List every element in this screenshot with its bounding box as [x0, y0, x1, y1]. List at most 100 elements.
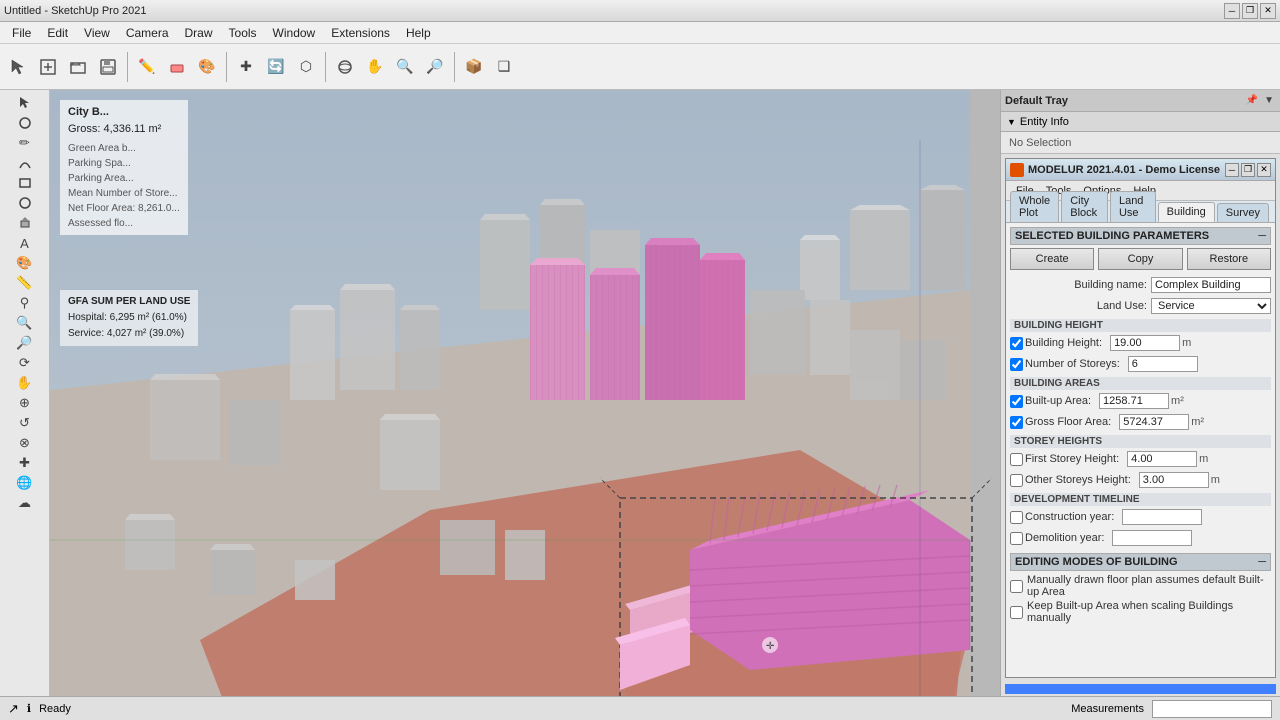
- tool-paint[interactable]: 🎨: [6, 254, 44, 272]
- tab-building[interactable]: Building: [1158, 202, 1215, 222]
- menu-draw[interactable]: Draw: [177, 24, 221, 42]
- menu-help[interactable]: Help: [398, 24, 439, 42]
- tool-lasso[interactable]: [6, 114, 44, 132]
- menu-window[interactable]: Window: [265, 24, 324, 42]
- building-height-unit: m: [1182, 337, 1202, 349]
- toolbar-eraser[interactable]: [163, 53, 191, 81]
- toolbar-zoom[interactable]: 🔍: [391, 53, 419, 81]
- tool-arc[interactable]: [6, 154, 44, 172]
- construction-year-input[interactable]: [1122, 509, 1202, 525]
- plugin-title-left: MODELUR 2021.4.01 - Demo License: [1010, 163, 1220, 177]
- editing-mode2-checkbox[interactable]: [1010, 606, 1023, 619]
- measurements-input[interactable]: [1152, 700, 1272, 718]
- copy-button[interactable]: Copy: [1098, 248, 1182, 270]
- tab-land-use[interactable]: Land Use: [1110, 191, 1156, 222]
- window-controls: ─ ❐ ✕: [1224, 3, 1276, 19]
- tray-expand[interactable]: ▼: [1262, 95, 1276, 106]
- toolbar-component[interactable]: 📦: [460, 53, 488, 81]
- tool-circle[interactable]: [6, 194, 44, 212]
- tool-pushpull[interactable]: [6, 214, 44, 232]
- land-use-select[interactable]: Service Hospital Residential: [1151, 298, 1271, 314]
- menu-extensions[interactable]: Extensions: [323, 24, 398, 42]
- entity-info-header[interactable]: ▼ Entity Info: [1001, 112, 1280, 132]
- toolbar-group[interactable]: ❑: [490, 53, 518, 81]
- tool-rectangle[interactable]: [6, 174, 44, 192]
- tool-follow[interactable]: ⚲: [6, 294, 44, 312]
- tool-zoom-ext[interactable]: 🔎: [6, 334, 44, 352]
- action-buttons: Create Copy Restore: [1010, 248, 1271, 270]
- gross-floor-input[interactable]: [1119, 414, 1189, 430]
- built-up-unit: m²: [1171, 395, 1191, 407]
- plugin-close[interactable]: ✕: [1257, 163, 1271, 177]
- create-button[interactable]: Create: [1010, 248, 1094, 270]
- toolbar-paint[interactable]: 🎨: [193, 53, 221, 81]
- tool-walk[interactable]: ⊕: [6, 394, 44, 412]
- plugin-title: MODELUR 2021.4.01 - Demo License: [1028, 164, 1220, 176]
- toolbar: ✏️ 🎨 ✚ 🔄 ⬡ ✋ 🔍 🔎 📦 ❑: [0, 44, 1280, 90]
- plugin-restore[interactable]: ❐: [1241, 163, 1255, 177]
- toolbar-rotate[interactable]: 🔄: [262, 53, 290, 81]
- tray-pin[interactable]: 📌: [1244, 95, 1260, 106]
- tool-move[interactable]: ✚: [6, 454, 44, 472]
- editing-modes-header[interactable]: EDITING MODES OF BUILDING ─: [1010, 553, 1271, 571]
- toolbar-new[interactable]: [34, 53, 62, 81]
- svg-text:✛: ✛: [766, 641, 774, 652]
- first-storey-checkbox[interactable]: [1010, 453, 1023, 466]
- first-storey-input[interactable]: [1127, 451, 1197, 467]
- demolition-year-checkbox[interactable]: [1010, 532, 1023, 545]
- toolbar-zoom-extent[interactable]: 🔎: [421, 53, 449, 81]
- menu-edit[interactable]: Edit: [39, 24, 76, 42]
- selected-params-header[interactable]: SELECTED BUILDING PARAMETERS ─: [1010, 227, 1271, 245]
- plugin-icon: [1010, 163, 1024, 177]
- tool-tape[interactable]: 📏: [6, 274, 44, 292]
- toolbar-pan[interactable]: ✋: [361, 53, 389, 81]
- tool-select[interactable]: [6, 94, 44, 112]
- toolbar-save[interactable]: [94, 53, 122, 81]
- num-storeys-checkbox[interactable]: [1010, 358, 1023, 371]
- toolbar-move[interactable]: ✚: [232, 53, 260, 81]
- tool-rotate[interactable]: ↺: [6, 414, 44, 432]
- other-storeys-checkbox[interactable]: [1010, 474, 1023, 487]
- num-storeys-input[interactable]: [1128, 356, 1198, 372]
- building-height-input[interactable]: [1110, 335, 1180, 351]
- editing-mode2-row: Keep Built-up Area when scaling Building…: [1010, 600, 1271, 624]
- toolbar-orbit[interactable]: [331, 53, 359, 81]
- other-storeys-input[interactable]: [1139, 472, 1209, 488]
- close-button[interactable]: ✕: [1260, 3, 1276, 19]
- tool-zoom[interactable]: 🔍: [6, 314, 44, 332]
- building-height-checkbox[interactable]: [1010, 337, 1023, 350]
- tool-scale[interactable]: ⊗: [6, 434, 44, 452]
- tab-survey[interactable]: Survey: [1217, 203, 1269, 222]
- toolbar-pencil[interactable]: ✏️: [133, 53, 161, 81]
- editing-mode1-checkbox[interactable]: [1010, 580, 1023, 593]
- demolition-year-input[interactable]: [1112, 530, 1192, 546]
- construction-year-checkbox[interactable]: [1010, 511, 1023, 524]
- tool-text[interactable]: A: [6, 234, 44, 252]
- tab-city-block[interactable]: City Block: [1061, 191, 1108, 222]
- viewport[interactable]: ✛ City B... Gross: 4,336.11 m² Green Are…: [50, 90, 1000, 696]
- minimize-button[interactable]: ─: [1224, 3, 1240, 19]
- tool-orbit[interactable]: ⟳: [6, 354, 44, 372]
- tool-intersect[interactable]: 🌐: [6, 474, 44, 492]
- building-name-input[interactable]: [1151, 277, 1271, 293]
- menu-camera[interactable]: Camera: [118, 24, 177, 42]
- building-areas-section: BUILDING AREAS: [1010, 377, 1271, 390]
- menu-tools[interactable]: Tools: [221, 24, 265, 42]
- plugin-minimize[interactable]: ─: [1225, 163, 1239, 177]
- toolbar-separator-1: [127, 52, 128, 82]
- tab-whole-plot[interactable]: Whole Plot: [1010, 191, 1059, 222]
- restore-button[interactable]: ❐: [1242, 3, 1258, 19]
- tool-pencil[interactable]: ✏: [6, 134, 44, 152]
- toolbar-scale[interactable]: ⬡: [292, 53, 320, 81]
- tool-sandbox[interactable]: ☁: [6, 494, 44, 512]
- built-up-input[interactable]: [1099, 393, 1169, 409]
- restore-button[interactable]: Restore: [1187, 248, 1271, 270]
- menu-view[interactable]: View: [76, 24, 118, 42]
- menu-file[interactable]: File: [4, 24, 39, 42]
- tool-pan[interactable]: ✋: [6, 374, 44, 392]
- gross-floor-checkbox[interactable]: [1010, 416, 1023, 429]
- gfa-service: Service: 4,027 m² (39.0%): [68, 326, 190, 342]
- toolbar-select[interactable]: [4, 53, 32, 81]
- toolbar-open[interactable]: [64, 53, 92, 81]
- built-up-checkbox[interactable]: [1010, 395, 1023, 408]
